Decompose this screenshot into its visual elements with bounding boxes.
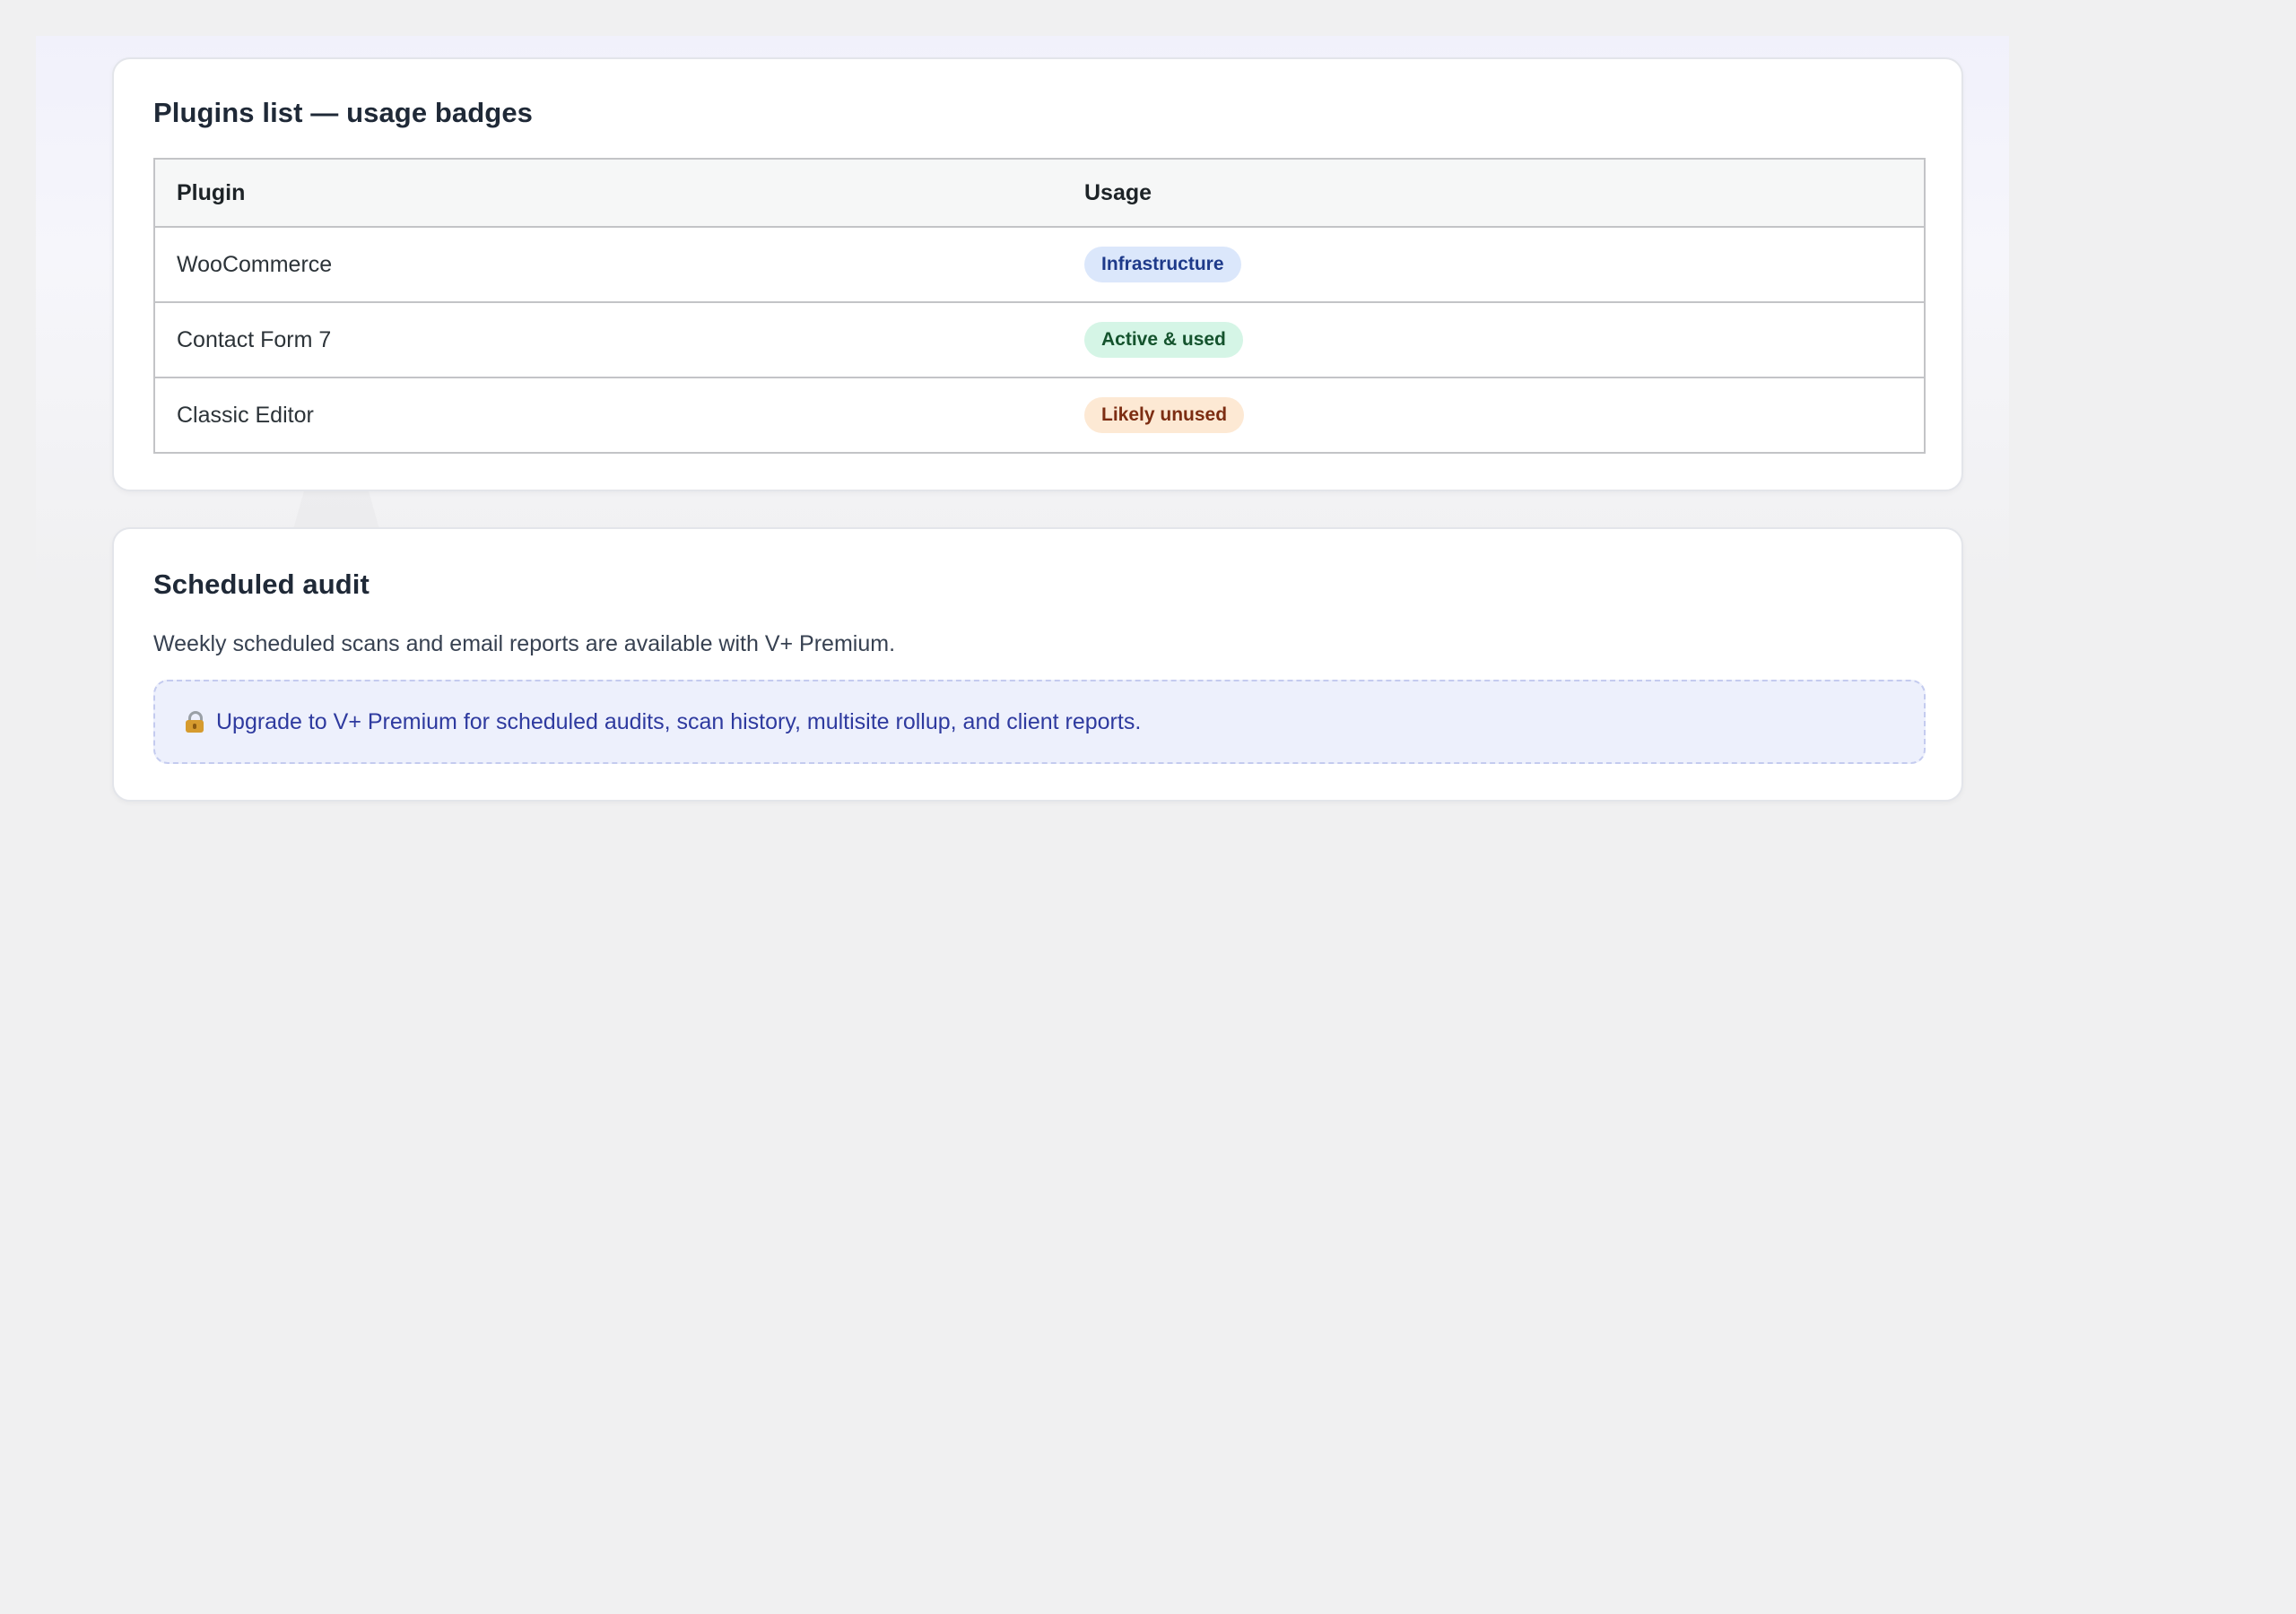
table-row: WooCommerce Infrastructure (154, 227, 1925, 303)
premium-upsell-notice[interactable]: Upgrade to V+ Premium for scheduled audi… (153, 680, 1926, 764)
usage-badge-infrastructure: Infrastructure (1084, 247, 1241, 282)
table-row: Contact Form 7 Active & used (154, 302, 1925, 378)
column-header-plugin: Plugin (154, 159, 1063, 228)
usage-cell: Active & used (1063, 302, 1925, 378)
plugin-name: WooCommerce (154, 227, 1063, 303)
plugin-name: Contact Form 7 (154, 302, 1063, 378)
usage-badge-active: Active & used (1084, 322, 1243, 358)
scheduled-audit-description: Weekly scheduled scans and email reports… (153, 631, 896, 656)
plugins-table: Plugin Usage WooCommerce Infrastructure … (153, 158, 1926, 454)
plugins-card: Plugins list — usage badges Plugin Usage… (112, 57, 1963, 491)
plugins-card-title: Plugins list — usage badges (153, 97, 534, 128)
lock-icon (186, 711, 204, 733)
usage-badge-unused: Likely unused (1084, 397, 1245, 433)
column-header-usage: Usage (1063, 159, 1925, 228)
table-row: Classic Editor Likely unused (154, 377, 1925, 453)
premium-upsell-text: Upgrade to V+ Premium for scheduled audi… (216, 708, 1142, 734)
table-header-row: Plugin Usage (154, 159, 1925, 228)
scheduled-audit-title: Scheduled audit (153, 568, 370, 600)
plugin-name: Classic Editor (177, 402, 314, 428)
scheduled-audit-card: Scheduled audit Weekly scheduled scans a… (112, 527, 1963, 802)
usage-cell: Likely unused (1063, 377, 1925, 453)
usage-cell: Infrastructure (1063, 227, 1925, 303)
